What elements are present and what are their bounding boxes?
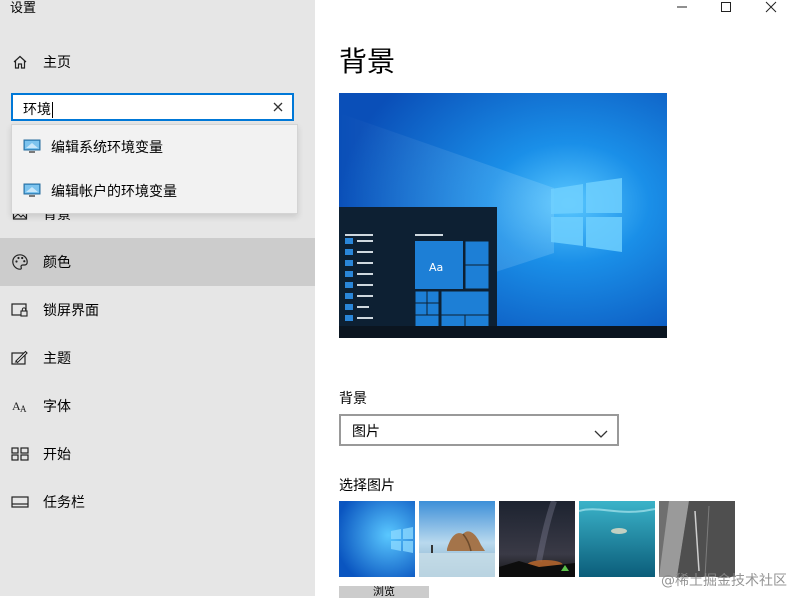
search-suggestions: 编辑系统环境变量 编辑帐户的环境变量 — [11, 124, 298, 214]
sidebar-item-taskbar[interactable]: 任务栏 — [0, 478, 315, 526]
sidebar-item-label: 任务栏 — [43, 495, 85, 511]
taskbar-icon — [11, 493, 29, 511]
font-icon: AA — [11, 397, 29, 415]
sidebar-item-label: 锁屏界面 — [43, 303, 99, 319]
maximize-button[interactable] — [704, 0, 748, 14]
sidebar-item-lock-screen[interactable]: 锁屏界面 — [0, 286, 315, 334]
home-icon — [11, 53, 29, 71]
window-title: 设置 — [10, 1, 37, 16]
suggestion-label: 编辑帐户的环境变量 — [51, 184, 177, 200]
preview-tile-text: Aa — [429, 261, 443, 274]
close-button[interactable] — [749, 0, 793, 14]
minimize-button[interactable] — [660, 0, 704, 14]
system-monitor-icon — [23, 183, 41, 202]
sidebar-item-themes[interactable]: 主题 — [0, 334, 315, 382]
sidebar-item-fonts[interactable]: AA 字体 — [0, 382, 315, 430]
picture-thumbnail[interactable] — [579, 501, 655, 577]
page-title: 背景 — [339, 45, 396, 78]
search-input-value: 环境 — [23, 102, 53, 118]
sidebar-item-label: 主题 — [43, 351, 71, 367]
system-monitor-icon — [23, 139, 41, 158]
sidebar-item-label: 字体 — [43, 399, 71, 415]
sidebar-item-start[interactable]: 开始 — [0, 430, 315, 478]
sidebar-item-label: 开始 — [43, 447, 71, 463]
svg-text:A: A — [20, 404, 27, 414]
suggestion-label: 编辑系统环境变量 — [51, 140, 163, 156]
background-type-select[interactable]: 图片 — [339, 414, 619, 446]
theme-brush-icon — [11, 349, 29, 367]
maximize-icon — [720, 0, 732, 17]
minimize-icon — [676, 0, 688, 17]
sidebar-item-home[interactable]: 主页 — [0, 38, 315, 86]
picture-thumbnail[interactable] — [659, 501, 735, 577]
sidebar: 设置 主页 背景 颜色 锁屏界面 主题 AA 字体 开始 任务栏 — [0, 0, 315, 596]
lock-screen-icon — [11, 301, 29, 319]
search-input[interactable]: 环境 — [11, 93, 294, 121]
background-type-value: 图片 — [352, 424, 380, 440]
suggestion-edit-system-env-vars[interactable]: 编辑系统环境变量 — [12, 125, 297, 169]
text-cursor — [52, 102, 53, 118]
chevron-down-icon — [594, 424, 608, 443]
browse-button[interactable]: 浏览 — [339, 586, 429, 598]
browse-button-label: 浏览 — [373, 586, 395, 596]
desktop-preview: Aa — [339, 93, 667, 338]
clear-search-icon[interactable] — [270, 99, 286, 115]
background-label: 背景 — [339, 391, 367, 407]
palette-icon — [11, 253, 29, 271]
watermark: @稀土掘金技术社区 — [661, 573, 787, 589]
sidebar-item-colors[interactable]: 颜色 — [0, 238, 315, 286]
picture-thumbnail[interactable] — [419, 501, 495, 577]
choose-picture-label: 选择图片 — [339, 478, 395, 494]
picture-thumbnail[interactable] — [339, 501, 415, 577]
sidebar-item-label: 颜色 — [43, 255, 71, 271]
close-icon — [765, 0, 777, 17]
sidebar-item-label: 主页 — [43, 55, 71, 71]
suggestion-edit-account-env-vars[interactable]: 编辑帐户的环境变量 — [12, 169, 297, 213]
picture-thumbnail[interactable] — [499, 501, 575, 577]
start-tiles-icon — [11, 445, 29, 463]
